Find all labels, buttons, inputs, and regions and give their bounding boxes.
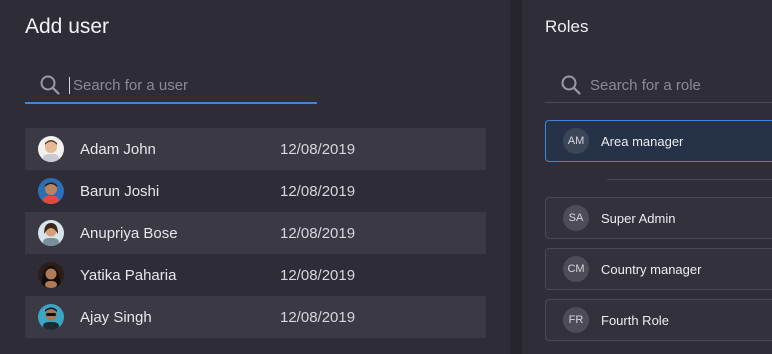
- user-name: Adam John: [80, 140, 156, 158]
- role-initials-badge: FR: [563, 307, 589, 333]
- role-card-super-admin[interactable]: SA Super Admin: [545, 197, 772, 239]
- user-row[interactable]: Ajay Singh 12/08/2019: [25, 296, 486, 338]
- add-user-title: Add user: [25, 15, 110, 38]
- search-icon: [39, 74, 61, 96]
- user-search-input[interactable]: [69, 76, 313, 94]
- user-avatar: [38, 178, 64, 204]
- user-date: 12/08/2019: [280, 266, 356, 284]
- role-label: Fourth Role: [601, 312, 669, 328]
- role-search-field[interactable]: [545, 68, 772, 103]
- role-divider: [607, 179, 772, 180]
- user-search-field[interactable]: [25, 68, 317, 104]
- role-initials-badge: SA: [563, 205, 589, 231]
- user-avatar: [38, 304, 64, 330]
- role-card-country-manager[interactable]: CM Country manager: [545, 248, 772, 290]
- user-name: Ajay Singh: [80, 308, 152, 326]
- add-user-panel: Add user Adam John 12/08/2019: [0, 0, 510, 354]
- role-label: Area manager: [601, 133, 684, 149]
- user-date: 12/08/2019: [280, 182, 356, 200]
- user-row[interactable]: Adam John 12/08/2019: [25, 128, 486, 170]
- role-label: Super Admin: [601, 210, 676, 226]
- user-avatar: [38, 262, 64, 288]
- user-avatar: [38, 220, 64, 246]
- user-date: 12/08/2019: [280, 224, 356, 242]
- roles-title: Roles: [545, 17, 589, 36]
- user-name: Yatika Paharia: [80, 266, 177, 284]
- user-row[interactable]: Anupriya Bose 12/08/2019: [25, 212, 486, 254]
- role-label: Country manager: [601, 261, 702, 277]
- user-row[interactable]: Yatika Paharia 12/08/2019: [25, 254, 486, 296]
- panel-divider: [510, 0, 522, 354]
- search-icon: [560, 74, 582, 96]
- user-name: Barun Joshi: [80, 182, 160, 200]
- user-avatar: [38, 136, 64, 162]
- user-row[interactable]: Barun Joshi 12/08/2019: [25, 170, 486, 212]
- user-list: Adam John 12/08/2019 Barun Joshi 12/08/2…: [25, 128, 486, 338]
- role-initials-badge: CM: [563, 256, 589, 282]
- role-initials-badge: AM: [563, 128, 589, 154]
- user-date: 12/08/2019: [280, 140, 356, 158]
- role-card-fourth-role[interactable]: FR Fourth Role: [545, 299, 772, 341]
- user-name: Anupriya Bose: [80, 224, 178, 242]
- user-date: 12/08/2019: [280, 308, 356, 326]
- roles-panel: Roles AM Area manager SA Super Admin CM …: [522, 0, 772, 354]
- role-card-area-manager[interactable]: AM Area manager: [545, 120, 772, 162]
- role-search-input[interactable]: [590, 76, 770, 94]
